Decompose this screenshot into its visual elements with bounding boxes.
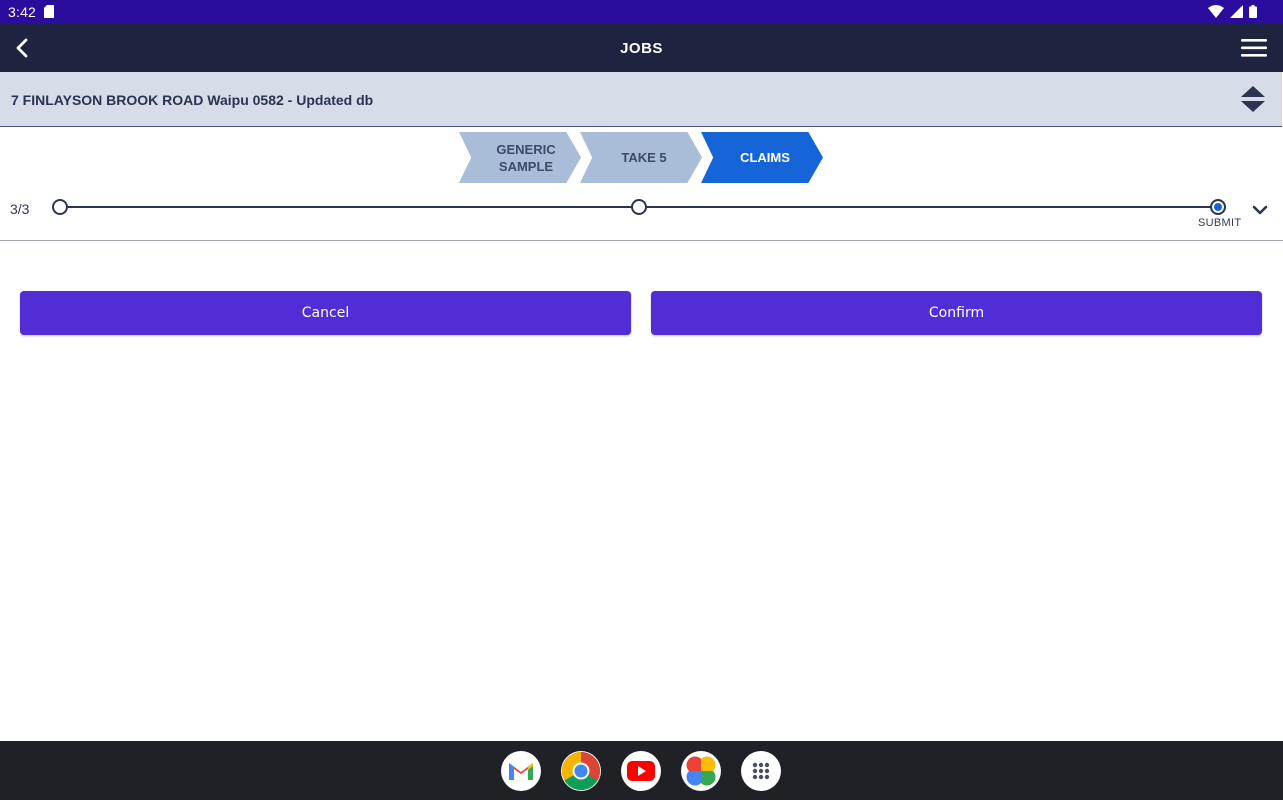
step-tabs: GENERIC SAMPLE TAKE 5 CLAIMS — [459, 132, 829, 183]
app-dock — [0, 741, 1283, 800]
sort-up-down-icon[interactable] — [1240, 85, 1266, 113]
chrome-icon — [561, 751, 601, 791]
job-address-bar: 7 FINLAYSON BROOK ROAD Waipu 0582 - Upda… — [0, 72, 1282, 127]
photos-icon — [686, 756, 716, 786]
gmail-icon — [509, 763, 533, 780]
step-label: CLAIMS — [740, 150, 790, 165]
chrome-app[interactable] — [561, 751, 601, 791]
app-drawer[interactable] — [741, 751, 781, 791]
step-generic-sample[interactable]: GENERIC SAMPLE — [459, 132, 581, 183]
youtube-app[interactable] — [621, 751, 661, 791]
progress-node-2[interactable] — [631, 199, 647, 215]
gmail-app[interactable] — [501, 751, 541, 791]
job-address: 7 FINLAYSON BROOK ROAD Waipu 0582 - Upda… — [11, 92, 374, 108]
submit-label: SUBMIT — [1198, 217, 1242, 229]
status-icons — [1206, 5, 1257, 19]
youtube-icon — [627, 761, 655, 781]
signal-icon — [1230, 5, 1244, 18]
photos-app[interactable] — [681, 751, 721, 791]
sd-card-icon — [44, 5, 54, 18]
step-take-5[interactable]: TAKE 5 — [580, 132, 702, 183]
progress-node-1[interactable] — [52, 199, 68, 215]
battery-icon — [1249, 5, 1257, 18]
divider — [0, 240, 1283, 241]
status-time: 3:42 — [8, 4, 37, 20]
step-label-line1: GENERIC — [496, 141, 556, 157]
step-label: TAKE 5 — [621, 150, 667, 165]
step-label-line2: SAMPLE — [498, 158, 554, 174]
progress-node-3[interactable] — [1210, 199, 1226, 215]
step-claims[interactable]: CLAIMS — [701, 132, 823, 183]
progress-count: 3/3 — [10, 201, 30, 217]
chevron-down-icon[interactable] — [1250, 200, 1270, 220]
cancel-button[interactable]: Cancel — [20, 291, 631, 335]
app-drawer-icon — [752, 762, 770, 780]
app-bar: JOBS — [0, 24, 1283, 72]
page-title: JOBS — [620, 40, 663, 57]
hamburger-menu-icon[interactable] — [1241, 37, 1267, 59]
wifi-icon — [1208, 5, 1225, 18]
confirm-button[interactable]: Confirm — [651, 291, 1262, 335]
status-bar: 3:42 — [0, 0, 1283, 24]
